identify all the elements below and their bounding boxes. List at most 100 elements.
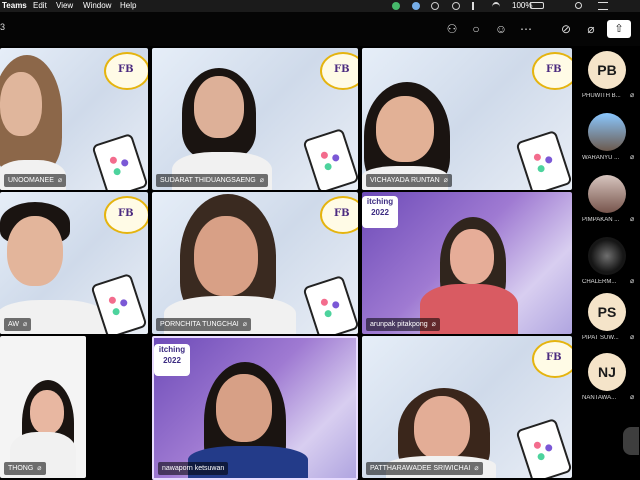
attendee-name: WARANYU ...: [582, 155, 620, 161]
participant-tile-3[interactable]: FB VICHAYADA RUNTAN ⌀: [362, 48, 572, 190]
phone-icon: [302, 127, 358, 190]
phone-icon: [515, 417, 572, 478]
control-center-icon[interactable]: [598, 2, 608, 10]
mic-off-icon: ⌀: [630, 216, 635, 223]
mic-off-icon: ⌀: [23, 321, 28, 328]
participant-tile-6[interactable]: itching 2022 arunpak pitakpong ⌀: [362, 192, 572, 334]
logo-text: FB: [546, 352, 562, 363]
participant-name: THONG: [8, 465, 34, 472]
attendee-item[interactable]: NJ NANTAWA... ⌀: [572, 348, 640, 406]
mic-off-icon: ⌀: [630, 334, 635, 341]
mic-off-icon: ⌀: [431, 321, 436, 328]
camera-off-icon[interactable]: ⊘: [558, 21, 574, 37]
video-grid: FB UNOOMANEE ⌀ FB SUDARAT THIDUANGSAENG ⌀ …: [0, 46, 572, 480]
attendee-item[interactable]: PB PHUWITH B... ⌀: [572, 46, 640, 104]
event-badge-text: itching 2022: [158, 345, 186, 365]
attendee-name: PIMPAKAN ...: [582, 217, 620, 223]
attendee-name: PHUWITH B...: [582, 93, 621, 99]
logo-text: FB: [118, 208, 134, 219]
participant-name: PORNCHITA TUNGCHAI: [160, 321, 239, 328]
reactions-icon[interactable]: ☺: [493, 21, 509, 37]
flag-icon[interactable]: [472, 2, 482, 10]
more-icon[interactable]: ⋯: [518, 21, 534, 37]
participant-name: PATTHARAWADEE SRIWICHAI: [370, 465, 471, 472]
mac-menubar: Teams Edit View Window Help 100%: [0, 0, 640, 12]
participant-name: VICHAYADA RUNTAN: [370, 177, 440, 184]
attendee-item[interactable]: PS PIPAT SUW... ⌀: [572, 288, 640, 346]
logo-text: FB: [546, 64, 562, 75]
mic-off-icon: ⌀: [630, 92, 635, 99]
attendee-item[interactable]: CHALERM... ⌀: [572, 232, 640, 290]
mic-off-icon[interactable]: ⌀: [583, 21, 599, 37]
event-logo-icon: FB: [320, 52, 358, 90]
event-badge: itching 2022: [362, 196, 398, 228]
view-menu[interactable]: View: [56, 0, 73, 12]
phone-icon: [302, 274, 358, 334]
participant-tile-1[interactable]: FB UNOOMANEE ⌀: [0, 48, 148, 190]
mic-off-icon: ⌀: [474, 465, 479, 472]
avatar: [588, 237, 626, 275]
participant-name-tag: PORNCHITA TUNGCHAI ⌀: [156, 318, 251, 331]
event-badge: itching 2022: [154, 344, 190, 376]
participant-name-tag: SUDARAT THIDUANGSAENG ⌀: [156, 174, 268, 187]
participant-name: nawaporn ketsuwan: [162, 465, 225, 472]
participant-name-tag: nawaporn ketsuwan: [158, 462, 229, 475]
meeting-toolbar: 3 ⚇ ○ ☺ ⋯ ⊘ ⌀ ⇧: [0, 12, 640, 46]
participant-name: AW: [8, 321, 20, 328]
mic-off-icon: ⌀: [242, 321, 247, 328]
phone-icon: [515, 129, 572, 190]
participant-name-tag: arunpak pitakpong ⌀: [366, 318, 440, 331]
participant-name-tag: UNOOMANEE ⌀: [4, 174, 67, 187]
meeting-title-fragment: 3: [0, 22, 6, 32]
participant-name: UNOOMANEE: [8, 177, 54, 184]
avatar: [588, 113, 626, 151]
controller-icon[interactable]: [452, 2, 460, 10]
participant-tile-7[interactable]: THONG ⌀: [0, 336, 86, 478]
attendee-item[interactable]: WARANYU ... ⌀: [572, 108, 640, 166]
window-menu[interactable]: Window: [83, 0, 111, 12]
participant-tile-5[interactable]: FB PORNCHITA TUNGCHAI ⌀: [152, 192, 358, 334]
event-badge-text: itching 2022: [366, 197, 394, 217]
event-logo-icon: FB: [104, 196, 148, 234]
mic-off-icon: ⌀: [630, 154, 635, 161]
battery-icon[interactable]: [530, 2, 544, 9]
ie-icon[interactable]: [412, 2, 420, 10]
participant-name: SUDARAT THIDUANGSAENG: [160, 177, 256, 184]
participant-name-tag: VICHAYADA RUNTAN ⌀: [366, 174, 452, 187]
edit-menu[interactable]: Edit: [33, 0, 47, 12]
mic-off-icon: ⌀: [630, 394, 635, 401]
participant-tile-9[interactable]: FB PATTHARAWADEE SRIWICHAI ⌀: [362, 336, 572, 478]
attendee-name: CHALERM...: [582, 279, 617, 285]
mic-off-icon: ⌀: [259, 177, 264, 184]
mic-off-icon: ⌀: [37, 465, 42, 472]
avatar: PB: [588, 51, 626, 89]
participant-tile-2[interactable]: FB SUDARAT THIDUANGSAENG ⌀: [152, 48, 358, 190]
participant-name-tag: THONG ⌀: [4, 462, 46, 475]
app-menu[interactable]: Teams: [2, 0, 27, 12]
participant-tile-8[interactable]: itching 2022 nawaporn ketsuwan: [152, 336, 358, 480]
wifi-icon[interactable]: [492, 2, 500, 12]
participant-tile-4[interactable]: FB AW ⌀: [0, 192, 148, 334]
participant-name: arunpak pitakpong: [370, 321, 428, 328]
event-logo-icon: FB: [532, 52, 572, 90]
participant-name-tag: AW ⌀: [4, 318, 32, 331]
avatar: [588, 175, 626, 213]
grid-icon[interactable]: [431, 2, 439, 10]
mic-off-icon: ⌀: [630, 278, 635, 285]
help-menu[interactable]: Help: [120, 0, 136, 12]
attendee-name: NANTAWA...: [582, 395, 617, 401]
avatar: NJ: [588, 353, 626, 391]
search-icon[interactable]: [575, 2, 582, 9]
overflow-avatar[interactable]: [623, 427, 639, 455]
attendee-name: PIPAT SUW...: [582, 335, 619, 341]
event-logo-icon: FB: [320, 196, 358, 234]
wechat-icon[interactable]: [392, 2, 400, 10]
attendee-item[interactable]: PIMPAKAN ... ⌀: [572, 170, 640, 228]
logo-text: FB: [334, 64, 350, 75]
share-icon[interactable]: ⇧: [607, 20, 631, 38]
people-icon[interactable]: ⚇: [444, 21, 460, 37]
chat-icon[interactable]: ○: [468, 21, 484, 37]
participant-name-tag: PATTHARAWADEE SRIWICHAI ⌀: [366, 462, 483, 475]
event-logo-icon: FB: [532, 340, 572, 378]
mic-off-icon: ⌀: [57, 177, 63, 184]
